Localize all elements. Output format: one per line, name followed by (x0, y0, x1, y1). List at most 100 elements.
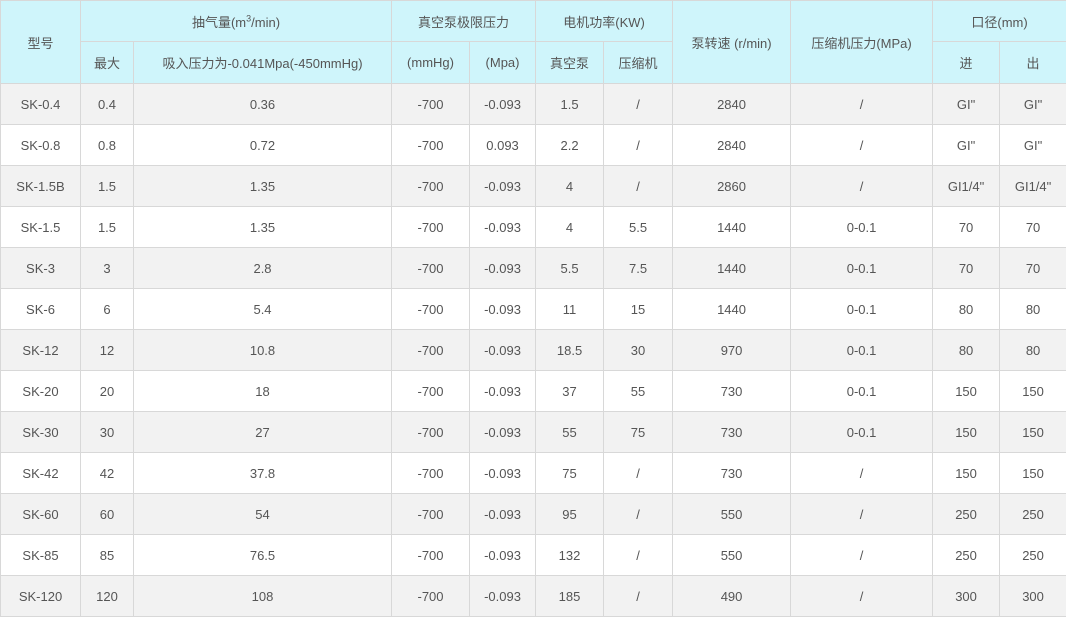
cell-diameter-out: 150 (1000, 453, 1066, 494)
cell-flow-suction: 1.35 (134, 207, 392, 248)
cell-model: SK-0.4 (1, 84, 81, 125)
cell-motor-vacuum-pump: 37 (536, 371, 604, 412)
cell-vacuum-mmhg: -700 (392, 412, 470, 453)
cell-compressor-pressure: / (791, 166, 933, 207)
cell-motor-vacuum-pump: 95 (536, 494, 604, 535)
cell-compressor-pressure: 0-0.1 (791, 289, 933, 330)
table-row: SK-424237.8-700-0.09375/730/150150 (1, 453, 1066, 494)
cell-compressor-pressure: / (791, 576, 933, 617)
cell-model: SK-60 (1, 494, 81, 535)
cell-flow-suction: 108 (134, 576, 392, 617)
cell-flow-max: 60 (81, 494, 134, 535)
header-diameter-out: 出 (1000, 42, 1066, 84)
cell-pump-speed: 1440 (673, 289, 791, 330)
cell-diameter-out: 250 (1000, 535, 1066, 576)
cell-vacuum-mmhg: -700 (392, 125, 470, 166)
cell-motor-vacuum-pump: 185 (536, 576, 604, 617)
table-row: SK-0.80.80.72-7000.0932.2/2840/GI"GI" (1, 125, 1066, 166)
cell-pump-speed: 1440 (673, 207, 791, 248)
cell-diameter-in: GI1/4" (933, 166, 1000, 207)
cell-flow-suction: 18 (134, 371, 392, 412)
cell-flow-max: 1.5 (81, 166, 134, 207)
cell-compressor-pressure: / (791, 125, 933, 166)
header-flow-max: 最大 (81, 42, 134, 84)
header-row-top: 型号 抽气量(m3/min) 真空泵极限压力 电机功率(KW) 泵转速 (r/m… (1, 1, 1066, 42)
cell-diameter-in: 150 (933, 453, 1000, 494)
table-row: SK-120120108-700-0.093185/490/300300 (1, 576, 1066, 617)
cell-vacuum-mmhg: -700 (392, 166, 470, 207)
cell-compressor-pressure: / (791, 84, 933, 125)
cell-motor-vacuum-pump: 4 (536, 207, 604, 248)
cell-pump-speed: 2840 (673, 84, 791, 125)
cell-compressor-pressure: / (791, 535, 933, 576)
cell-diameter-out: 150 (1000, 412, 1066, 453)
cell-diameter-in: 70 (933, 248, 1000, 289)
cell-model: SK-0.8 (1, 125, 81, 166)
cell-vacuum-mmhg: -700 (392, 330, 470, 371)
cell-vacuum-mpa: -0.093 (470, 248, 536, 289)
cell-motor-compressor: 5.5 (604, 207, 673, 248)
cell-motor-vacuum-pump: 55 (536, 412, 604, 453)
table-header: 型号 抽气量(m3/min) 真空泵极限压力 电机功率(KW) 泵转速 (r/m… (1, 1, 1066, 84)
cell-vacuum-mpa: -0.093 (470, 371, 536, 412)
cell-vacuum-mmhg: -700 (392, 289, 470, 330)
cell-diameter-in: 80 (933, 330, 1000, 371)
cell-flow-max: 1.5 (81, 207, 134, 248)
cell-diameter-out: 70 (1000, 248, 1066, 289)
cell-compressor-pressure: / (791, 453, 933, 494)
cell-diameter-out: GI1/4" (1000, 166, 1066, 207)
cell-vacuum-mpa: -0.093 (470, 494, 536, 535)
cell-motor-compressor: / (604, 84, 673, 125)
cell-vacuum-mpa: -0.093 (470, 412, 536, 453)
cell-flow-suction: 27 (134, 412, 392, 453)
table-row: SK-665.4-700-0.093111514400-0.18080 (1, 289, 1066, 330)
cell-diameter-out: GI" (1000, 125, 1066, 166)
cell-flow-suction: 5.4 (134, 289, 392, 330)
cell-motor-compressor: / (604, 535, 673, 576)
header-motor-compressor: 压缩机 (604, 42, 673, 84)
cell-diameter-out: 80 (1000, 330, 1066, 371)
cell-vacuum-mpa: 0.093 (470, 125, 536, 166)
header-flow-prefix: 抽气量(m (192, 15, 246, 30)
cell-diameter-out: 300 (1000, 576, 1066, 617)
cell-flow-suction: 0.36 (134, 84, 392, 125)
header-vacuum-limit: 真空泵极限压力 (392, 1, 536, 42)
cell-motor-compressor: 30 (604, 330, 673, 371)
cell-model: SK-12 (1, 330, 81, 371)
table-row: SK-0.40.40.36-700-0.0931.5/2840/GI"GI" (1, 84, 1066, 125)
cell-diameter-in: 250 (933, 494, 1000, 535)
cell-motor-vacuum-pump: 18.5 (536, 330, 604, 371)
cell-model: SK-6 (1, 289, 81, 330)
cell-motor-vacuum-pump: 4 (536, 166, 604, 207)
cell-flow-suction: 1.35 (134, 166, 392, 207)
cell-diameter-in: 80 (933, 289, 1000, 330)
cell-vacuum-mpa: -0.093 (470, 330, 536, 371)
cell-motor-compressor: 75 (604, 412, 673, 453)
cell-flow-suction: 2.8 (134, 248, 392, 289)
cell-pump-speed: 1440 (673, 248, 791, 289)
cell-vacuum-mpa: -0.093 (470, 166, 536, 207)
cell-vacuum-mpa: -0.093 (470, 207, 536, 248)
cell-vacuum-mpa: -0.093 (470, 453, 536, 494)
cell-model: SK-1.5B (1, 166, 81, 207)
cell-motor-vacuum-pump: 75 (536, 453, 604, 494)
cell-compressor-pressure: 0-0.1 (791, 330, 933, 371)
cell-vacuum-mpa: -0.093 (470, 576, 536, 617)
cell-motor-compressor: / (604, 166, 673, 207)
table-row: SK-332.8-700-0.0935.57.514400-0.17070 (1, 248, 1066, 289)
cell-flow-max: 85 (81, 535, 134, 576)
cell-diameter-in: 150 (933, 412, 1000, 453)
header-pump-speed: 泵转速 (r/min) (673, 1, 791, 84)
cell-compressor-pressure: / (791, 494, 933, 535)
cell-motor-compressor: / (604, 494, 673, 535)
header-motor-power: 电机功率(KW) (536, 1, 673, 42)
cell-diameter-in: 150 (933, 371, 1000, 412)
cell-flow-max: 0.4 (81, 84, 134, 125)
header-flow: 抽气量(m3/min) (81, 1, 392, 42)
cell-motor-compressor: / (604, 125, 673, 166)
cell-pump-speed: 970 (673, 330, 791, 371)
cell-flow-suction: 76.5 (134, 535, 392, 576)
cell-vacuum-mpa: -0.093 (470, 535, 536, 576)
header-vacuum-mmhg: (mmHg) (392, 42, 470, 84)
cell-compressor-pressure: 0-0.1 (791, 248, 933, 289)
